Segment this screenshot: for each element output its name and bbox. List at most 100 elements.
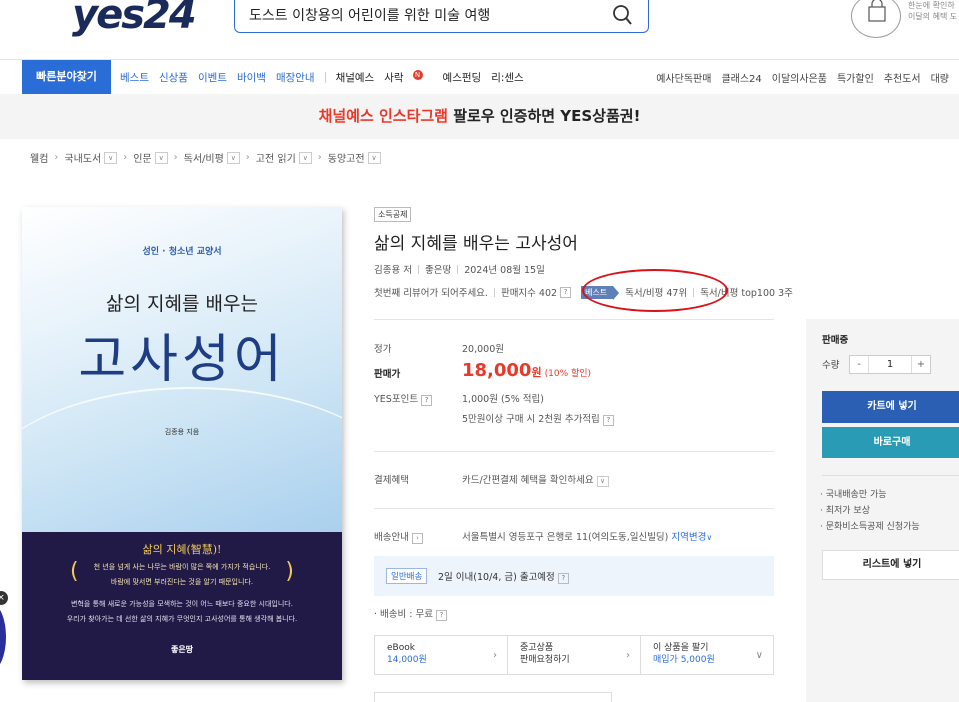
meta-divider bbox=[417, 264, 419, 274]
nav-item-gifts[interactable]: 이달의사은품 bbox=[772, 70, 827, 85]
cart-icon[interactable] bbox=[851, 0, 901, 38]
help-icon[interactable]: ? bbox=[557, 573, 569, 584]
chevron-down-icon[interactable]: ∨ bbox=[298, 151, 312, 164]
plus-button[interactable]: + bbox=[912, 356, 930, 373]
nav-item-class24[interactable]: 클래스24 bbox=[721, 70, 761, 85]
nav-item-store[interactable]: 매장안내 bbox=[276, 70, 315, 85]
nav-left: 베스트 신상품 이벤트 바이백 매장안내 채널예스 사락 N 예스펀딩 리:센스 bbox=[120, 60, 534, 94]
help-icon[interactable]: ? bbox=[602, 415, 614, 426]
nav-item-discount[interactable]: 특가할인 bbox=[837, 70, 874, 85]
review-prompt[interactable]: 첫번째 리뷰어가 되어주세요. bbox=[374, 285, 488, 299]
discount-rate: (10% 할인) bbox=[544, 369, 592, 379]
search-icon[interactable] bbox=[612, 4, 632, 26]
publisher-link[interactable]: 좋은땅 bbox=[425, 262, 451, 276]
chevron-right-icon: › bbox=[54, 152, 59, 163]
nav-item-best[interactable]: 베스트 bbox=[120, 70, 149, 85]
payment-group[interactable]: 카드/간편결제 혜택을 확인하세요 ∨ bbox=[462, 472, 609, 487]
points-extra: 5만원이상 구매 시 2천원 추가적립 bbox=[462, 414, 600, 425]
nav-item-event[interactable]: 이벤트 bbox=[198, 70, 227, 85]
nav-item-bulk[interactable]: 대량 bbox=[931, 70, 949, 85]
divider bbox=[374, 451, 774, 452]
breadcrumb-item[interactable]: 고전 읽기 bbox=[256, 150, 296, 165]
yes24-logo[interactable]: yes24 bbox=[72, 0, 197, 38]
chevron-right-icon: › bbox=[626, 650, 630, 661]
quantity-stepper[interactable]: - 1 + bbox=[849, 355, 931, 374]
product-title: 삶의 지혜를 배우는 고사성어 bbox=[374, 234, 578, 254]
buy-now-button[interactable]: 바로구매 bbox=[822, 427, 959, 458]
breadcrumb-item[interactable]: 동양고전 bbox=[328, 150, 365, 165]
chevron-down-icon[interactable]: ∨ bbox=[154, 151, 168, 164]
note-item: · 최저가 보상 bbox=[820, 506, 870, 516]
divider bbox=[374, 319, 774, 320]
list-price-label: 정가 bbox=[374, 344, 392, 355]
shipping-fee: · 배송비 : 무료 bbox=[374, 609, 433, 620]
cover-desc-line: 우리가 찾아가는 데 선한 삶의 지혜가 무엇인지 고사성어를 통해 생각해 봅… bbox=[66, 615, 298, 623]
nav-item-buyback[interactable]: 바이백 bbox=[237, 70, 266, 85]
points-value: 1,000원 (5% 적립) bbox=[462, 394, 544, 405]
points-label-group: YES포인트? bbox=[374, 391, 433, 406]
chevron-down-icon[interactable]: ∨ bbox=[104, 151, 118, 164]
chevron-right-icon: › bbox=[493, 650, 497, 661]
minus-button[interactable]: - bbox=[850, 356, 868, 373]
chevron-down-icon[interactable]: ∨ bbox=[367, 151, 381, 164]
divider bbox=[374, 508, 774, 509]
cover-author: 김종용 지음 bbox=[164, 428, 200, 436]
chevron-right-icon: › bbox=[123, 152, 128, 163]
list-price: 20,000원 bbox=[462, 344, 504, 355]
breadcrumb-item[interactable]: 웰컴 bbox=[30, 150, 48, 165]
sale-price-label: 판매가 bbox=[374, 369, 401, 380]
breadcrumb-item[interactable]: 독서/비평 bbox=[184, 150, 224, 165]
bottom-box bbox=[374, 692, 612, 702]
nav-right: 예사단독판매 클래스24 이달의사은품 특가할인 추천도서 대량 bbox=[656, 60, 959, 94]
search-input[interactable] bbox=[249, 4, 609, 26]
close-icon[interactable]: × bbox=[0, 591, 8, 605]
sale-status: 판매중 bbox=[822, 335, 849, 346]
related-options: eBook 14,000원 › 중고상품 판매요청하기 › 이 상품을 팔기 매… bbox=[374, 635, 774, 675]
annotation-ellipse bbox=[582, 269, 728, 312]
card-title: 이 상품을 팔기 bbox=[653, 643, 709, 653]
nav-item-new[interactable]: 신상품 bbox=[159, 70, 188, 85]
cover-desc-line: 변혁을 통해 새로운 가능성을 모색하는 것이 어느 때보다 중요한 시대입니다… bbox=[71, 600, 293, 608]
ebook-card[interactable]: eBook 14,000원 › bbox=[375, 636, 508, 674]
nav-item-sarak[interactable]: 사락 N bbox=[384, 69, 432, 85]
quick-category-button[interactable]: 빠른분야찾기 bbox=[22, 60, 111, 94]
quantity-value[interactable]: 1 bbox=[868, 356, 912, 373]
author-link[interactable]: 김종용 저 bbox=[374, 262, 412, 276]
used-card[interactable]: 중고상품 판매요청하기 › bbox=[508, 636, 641, 674]
add-to-list-button[interactable]: 리스트에 넣기 bbox=[822, 550, 959, 580]
note-item: · 국내배송만 가능 bbox=[820, 490, 887, 500]
cover-top: 성인 · 청소년 교양서 삶의 지혜를 배우는 고사성어 김종용 지음 bbox=[22, 207, 342, 532]
card-sub: 매입가 5,000원 bbox=[653, 655, 715, 665]
delivery-box: 일반배송 2일 이내(10/4, 금) 출고예정? bbox=[374, 556, 774, 596]
chevron-down-icon[interactable]: ∨ bbox=[596, 476, 609, 487]
search-box[interactable] bbox=[234, 0, 649, 33]
nav-item-license[interactable]: 리:센스 bbox=[491, 70, 524, 85]
breadcrumb-item[interactable]: 국내도서 bbox=[64, 150, 101, 165]
delivery-label: 배송안내 bbox=[374, 532, 409, 543]
delivery-address-group: 서울특별시 영등포구 은행로 11(여의도동,일신빌딩) 지역변경∨ bbox=[462, 529, 712, 543]
product-meta: 김종용 저 좋은땅 2024년 08월 15일 bbox=[374, 262, 545, 276]
help-icon[interactable]: ? bbox=[421, 395, 433, 406]
chevron-right-icon[interactable]: › bbox=[411, 533, 423, 544]
nav-item-recommend[interactable]: 추천도서 bbox=[884, 70, 921, 85]
breadcrumb-item[interactable]: 인문 bbox=[133, 150, 151, 165]
nav-divider bbox=[324, 71, 326, 83]
sell-card[interactable]: 이 상품을 팔기 매입가 5,000원 ∨ bbox=[641, 636, 773, 674]
promo-banner[interactable]: 채널예스 인스타그램 팔로우 인증하면 YES상품권! bbox=[0, 94, 959, 139]
cover-title-line2: 고사성어 bbox=[78, 330, 286, 390]
floating-widget[interactable] bbox=[0, 604, 6, 670]
chevron-down-icon[interactable]: ∨ bbox=[226, 151, 240, 164]
add-to-cart-button[interactable]: 카트에 넣기 bbox=[822, 391, 959, 423]
delivery-label-group: 배송안내 › bbox=[374, 529, 423, 544]
help-icon[interactable]: ? bbox=[560, 286, 572, 298]
book-cover[interactable]: 성인 · 청소년 교양서 삶의 지혜를 배우는 고사성어 김종용 지음 삶의 지… bbox=[22, 207, 342, 680]
publish-date: 2024년 08월 15일 bbox=[464, 265, 545, 276]
region-change-link[interactable]: 지역변경 bbox=[671, 532, 706, 543]
help-icon[interactable]: ? bbox=[435, 610, 447, 621]
nav-item-exclusive[interactable]: 예사단독판매 bbox=[656, 70, 711, 85]
nav-item-sarak-label: 사락 bbox=[384, 71, 404, 84]
nav-item-yesfunding[interactable]: 예스펀딩 bbox=[443, 70, 482, 85]
chevron-down-icon[interactable]: ∨ bbox=[706, 533, 712, 542]
shipping-fee-group: · 배송비 : 무료? bbox=[374, 606, 447, 621]
nav-item-channelyes[interactable]: 채널예스 bbox=[336, 70, 375, 85]
